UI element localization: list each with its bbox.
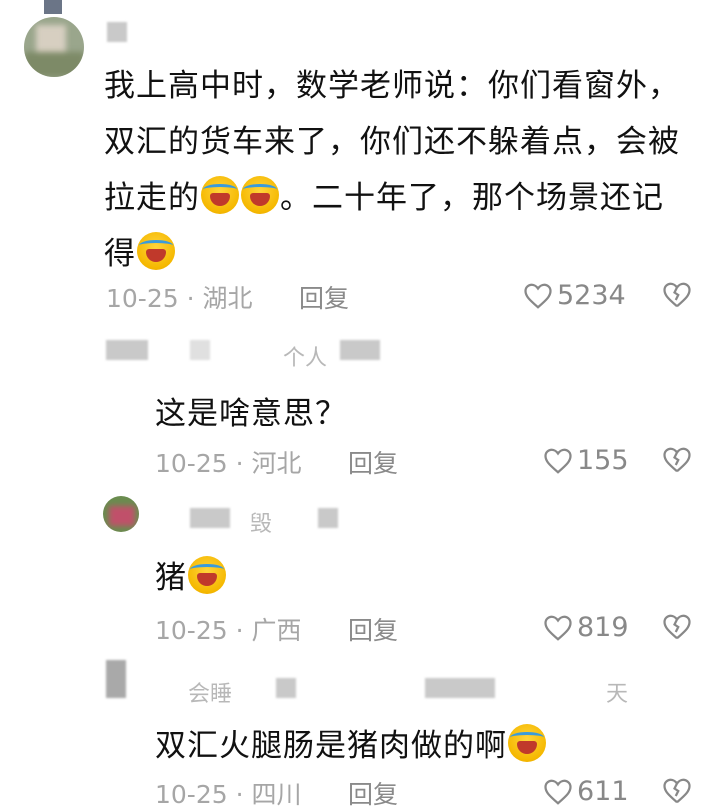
broken-heart-icon[interactable] [662,446,692,474]
reply-date-location: 10-25 · 广西 [155,616,302,645]
like-count: 819 [577,612,629,643]
reply-button[interactable]: 回复 [348,775,398,811]
reply-text: 这是啥意思？ [155,396,347,432]
reply-avatar-blurred[interactable] [106,660,126,698]
reply-username[interactable]: 会睡 [188,676,232,708]
broken-heart-icon[interactable] [662,777,692,805]
laugh-cry-emoji [188,556,226,594]
comment-date-location: 10-25 · 湖北 [106,284,253,313]
reply-button[interactable]: 回复 [348,444,398,480]
reply-button[interactable]: 回复 [348,611,398,647]
username-blurred[interactable] [425,678,495,698]
reply-username[interactable]: 天 [606,676,628,708]
like-count: 5234 [557,280,626,311]
broken-heart-icon[interactable] [662,613,692,641]
username-blurred[interactable] [276,678,296,698]
heart-outline-icon [544,448,572,474]
comment-text: 我上高中时，数学老师说：你们看窗外， 双汇的货车来了，你们还不躲着点，会被 拉走… [104,68,680,272]
username-blurred[interactable] [107,22,127,42]
username-blurred[interactable] [318,508,338,528]
broken-heart-icon[interactable] [662,281,692,309]
reply-text: 猪 [155,552,227,597]
avatar[interactable] [24,17,84,77]
reply-avatar-blurred[interactable] [106,340,148,360]
reply-avatar[interactable] [103,496,139,532]
heart-outline-icon [544,615,572,641]
like-count: 155 [577,445,629,476]
like-button[interactable]: 5234 [523,280,626,311]
laugh-cry-emoji [508,724,546,762]
username-blurred[interactable] [190,508,230,528]
reply-username[interactable]: 个人 [283,340,327,372]
laugh-cry-emoji [201,176,239,214]
laugh-cry-emoji [137,232,175,270]
reply-date-location: 10-25 · 四川 [155,780,302,809]
heart-outline-icon [544,779,572,805]
like-button[interactable]: 155 [543,445,629,476]
avatar-badge [44,0,62,14]
laugh-cry-emoji [241,176,279,214]
like-button[interactable]: 611 [543,776,629,807]
username-blurred[interactable] [340,340,380,360]
reply-date-location: 10-25 · 河北 [155,449,302,478]
heart-outline-icon [524,283,552,309]
reply-text: 双汇火腿肠是猪肉做的啊 [155,720,547,765]
reply-button[interactable]: 回复 [299,279,349,315]
like-count: 611 [577,776,629,807]
reply-username[interactable]: 毁 [250,506,272,538]
username-blurred[interactable] [190,340,210,360]
like-button[interactable]: 819 [543,612,629,643]
